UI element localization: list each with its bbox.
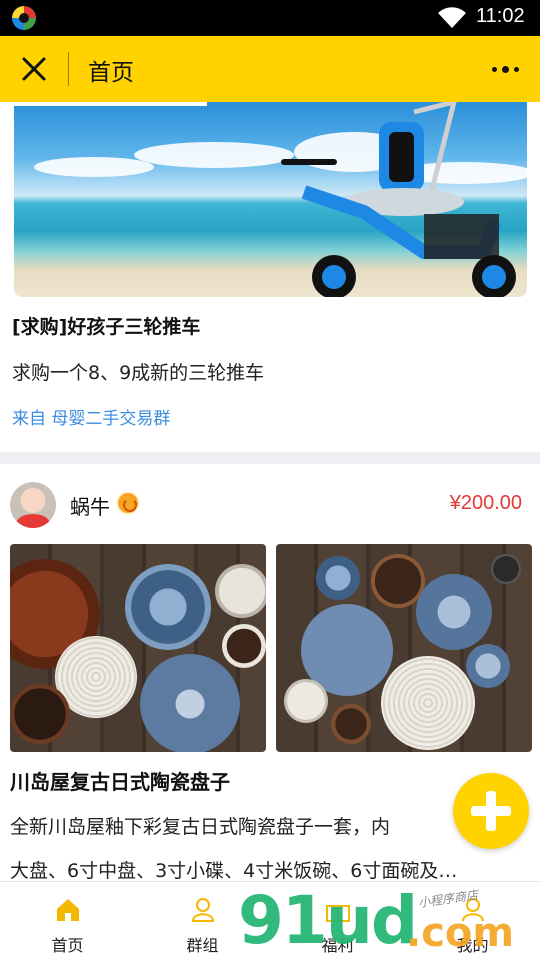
group-icon	[191, 898, 215, 922]
tab-mine[interactable]: 我的	[405, 882, 540, 960]
more-icon[interactable]	[492, 66, 522, 74]
bottom-tabbar: 首页 群组 福利 我的	[0, 881, 540, 960]
add-post-button[interactable]	[453, 773, 529, 849]
page-title: 首页	[88, 60, 134, 86]
wifi-icon	[438, 7, 466, 28]
user-icon	[462, 898, 484, 922]
post-source-link[interactable]: 来自 母婴二手交易群	[12, 404, 170, 429]
top-navbar: 首页	[0, 36, 540, 102]
close-icon[interactable]	[18, 53, 50, 85]
tab-welfare[interactable]: 福利	[270, 882, 405, 960]
feed-list[interactable]: [求购]好孩子三轮推车 求购一个8、9成新的三轮推车 来自 母婴二手交易群 蜗牛…	[0, 102, 540, 881]
tab-label: 首页	[51, 936, 84, 955]
price: ¥200.00	[449, 492, 522, 514]
status-bar: 11:02	[0, 0, 540, 36]
member-badge-icon	[116, 491, 140, 515]
post-title[interactable]: [求购]好孩子三轮推车	[12, 312, 200, 339]
carousel-indicator	[14, 102, 207, 106]
tab-label: 群组	[186, 936, 219, 955]
post-banner-image[interactable]	[14, 102, 527, 297]
post-description-line: 大盘、6寸中盘、3寸小碟、4寸米饭碗、6寸面碗及…	[10, 860, 458, 881]
post-title[interactable]: 川岛屋复古日式陶瓷盘子	[10, 766, 230, 795]
post-description-line: 全新川岛屋釉下彩复古日式陶瓷盘子一套，内	[10, 816, 391, 838]
app-icon	[12, 6, 36, 30]
tab-label: 福利	[321, 936, 354, 955]
status-time: 11:02	[476, 5, 525, 27]
header-divider	[68, 52, 69, 86]
tab-group[interactable]: 群组	[135, 882, 270, 960]
tab-home[interactable]: 首页	[0, 882, 135, 960]
feed-card[interactable]: [求购]好孩子三轮推车 求购一个8、9成新的三轮推车 来自 母婴二手交易群	[0, 102, 540, 452]
tab-label: 我的	[456, 936, 489, 955]
product-photo[interactable]	[10, 544, 266, 752]
tricycle-graphic	[281, 102, 516, 297]
username[interactable]: 蜗牛	[70, 491, 110, 520]
gift-icon	[326, 905, 350, 922]
avatar[interactable]	[10, 482, 56, 528]
product-photo[interactable]	[276, 544, 532, 752]
home-icon	[57, 899, 79, 921]
post-description: 求购一个8、9成新的三轮推车	[12, 362, 265, 384]
